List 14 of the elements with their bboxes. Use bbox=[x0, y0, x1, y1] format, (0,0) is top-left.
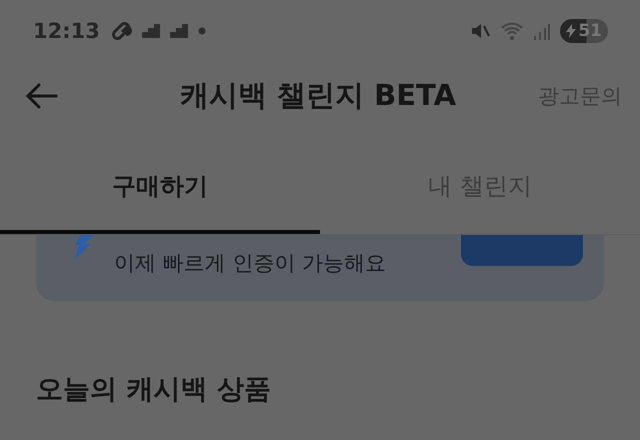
battery-indicator: 51 bbox=[560, 19, 608, 43]
notification-icon bbox=[142, 24, 160, 38]
bolt-icon bbox=[566, 24, 576, 38]
mute-icon bbox=[470, 21, 490, 41]
wifi-icon bbox=[500, 21, 524, 41]
banner-text: 이제 빠르게 인증이 가능해요 bbox=[114, 250, 388, 277]
page-title: 캐시백 챌린지 BETA bbox=[178, 77, 458, 114]
lightning-icon bbox=[72, 235, 94, 261]
notification-icon bbox=[170, 24, 188, 38]
signal-icon bbox=[534, 22, 550, 40]
section-title: 오늘의 캐시백 상품 bbox=[36, 373, 272, 407]
status-time: 12:13 bbox=[33, 19, 100, 43]
back-arrow-icon[interactable] bbox=[26, 83, 58, 109]
dot-icon bbox=[198, 27, 206, 35]
